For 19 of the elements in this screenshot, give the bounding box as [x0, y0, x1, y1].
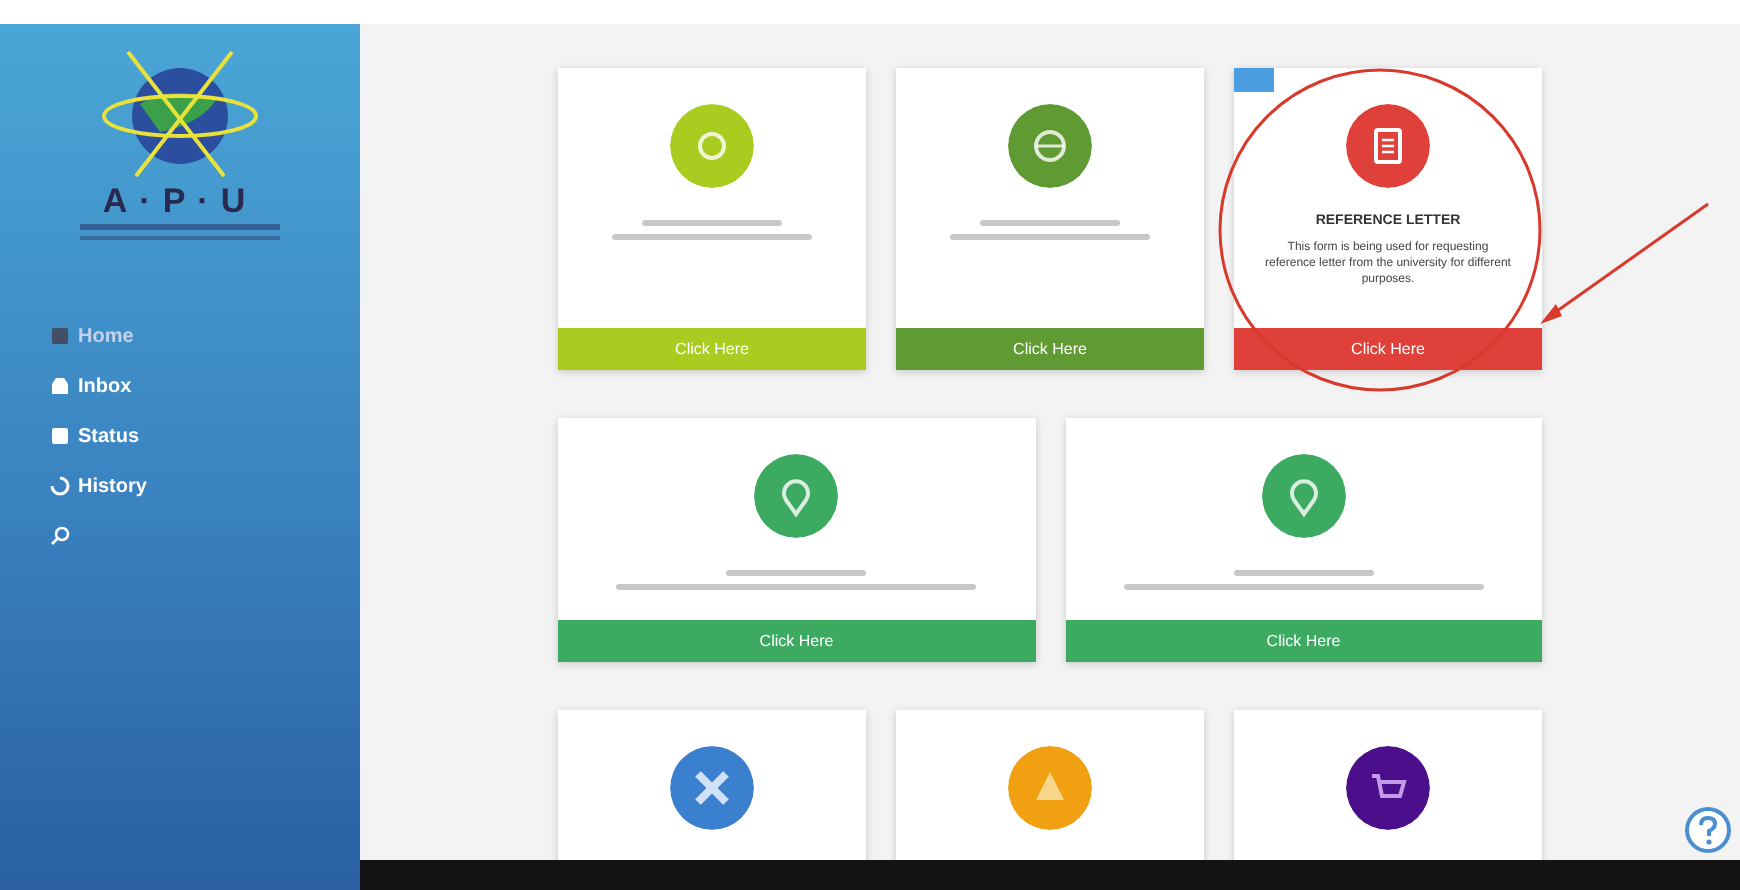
inbox-icon [50, 376, 70, 396]
click-here-button[interactable]: Click Here [1234, 328, 1542, 370]
help-icon[interactable] [1684, 806, 1732, 854]
logo-text: A·P·U [102, 184, 258, 218]
sidebar-item[interactable]: History [50, 470, 147, 502]
blurred-title [980, 220, 1120, 226]
click-here-button[interactable]: Click Here [558, 328, 866, 370]
blurred-title [726, 570, 867, 576]
sidebar-item[interactable]: Home [50, 320, 134, 352]
click-here-button[interactable]: Click Here [1065, 620, 1542, 662]
click-here-button[interactable]: Click Here [896, 328, 1204, 370]
history-icon [50, 476, 70, 496]
blurred-title [1233, 570, 1374, 576]
sidebar-item[interactable]: Inbox [50, 370, 132, 402]
search-icon [50, 526, 70, 546]
square-icon [50, 426, 70, 446]
blurred-title [642, 220, 782, 226]
sidebar-item[interactable]: Status [50, 420, 140, 452]
click-here-button[interactable]: Click Here [558, 620, 1035, 662]
